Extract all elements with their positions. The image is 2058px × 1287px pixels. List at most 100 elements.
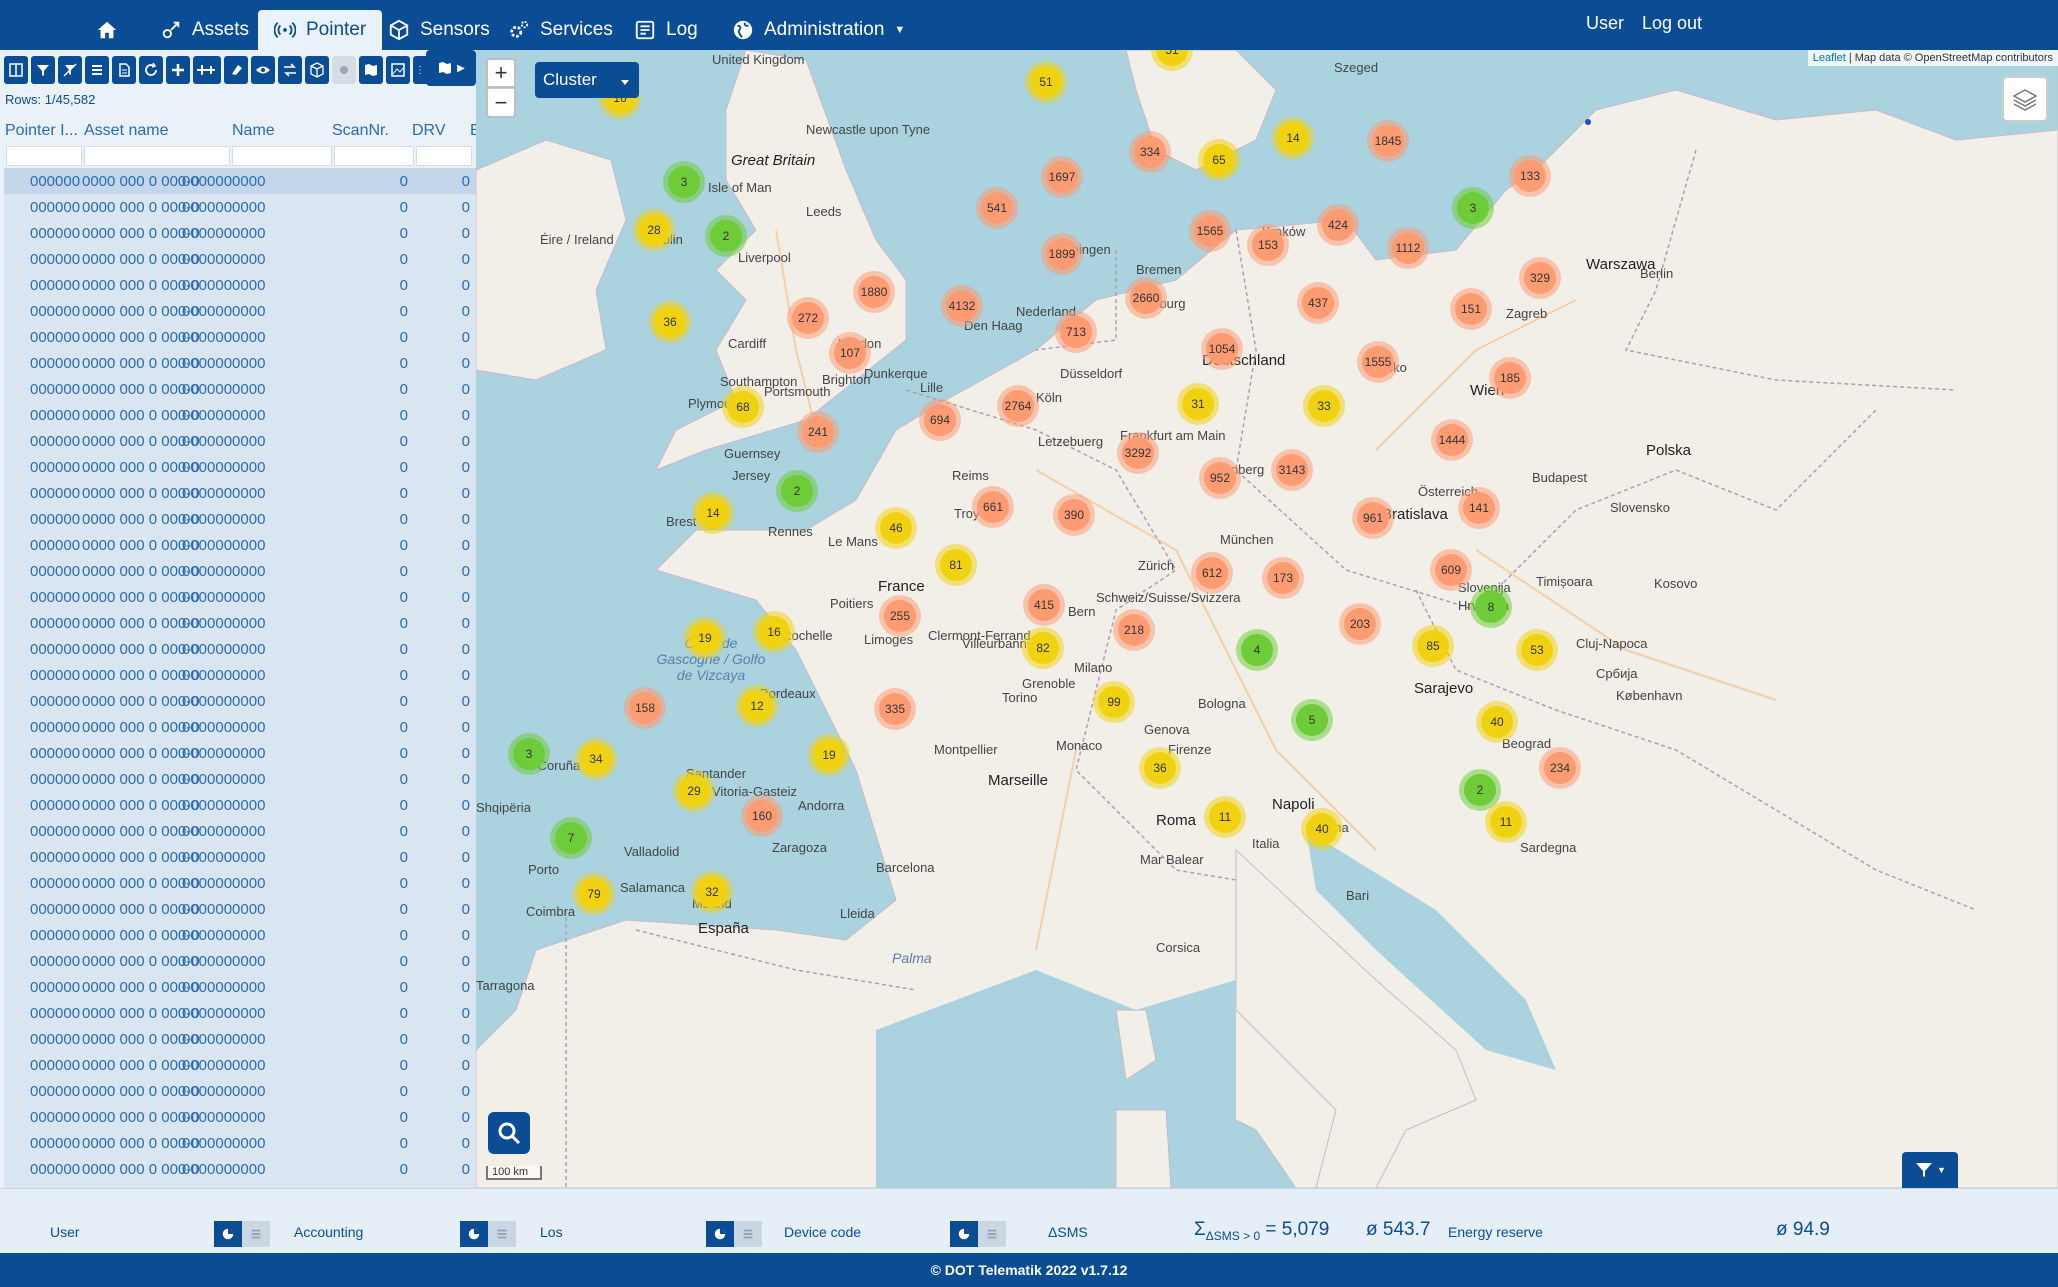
cluster-marker[interactable]: 1054	[1206, 333, 1238, 365]
filter-input-name[interactable]	[232, 146, 332, 166]
table-row[interactable]: 000000 0000 000 0 000-0 0000000000 0 0	[4, 272, 476, 298]
table-row[interactable]: 000000 0000 000 0 000-0 0000000000 0 0	[4, 168, 476, 194]
cluster-marker[interactable]: 1697	[1046, 161, 1078, 193]
list-icon[interactable]	[242, 1221, 270, 1247]
cluster-marker[interactable]: 3	[513, 738, 545, 770]
cluster-marker[interactable]: 19	[689, 622, 721, 654]
cluster-marker[interactable]: 612	[1196, 557, 1228, 589]
cluster-marker[interactable]: 1899	[1046, 238, 1078, 270]
overflow-button[interactable]: ⋮	[413, 56, 427, 84]
pie-chart-icon[interactable]	[214, 1221, 242, 1247]
cluster-marker[interactable]: 153	[1252, 229, 1284, 261]
table-row[interactable]: 000000 0000 000 0 000-0 0000000000 0 0	[4, 584, 476, 610]
table-row[interactable]: 000000 0000 000 0 000-0 0000000000 0 0	[4, 896, 476, 922]
filter-input-scan-nr[interactable]	[334, 146, 414, 166]
cluster-marker[interactable]: 2764	[1002, 390, 1034, 422]
cluster-marker[interactable]: 5	[1296, 704, 1328, 736]
table-row[interactable]: 000000 0000 000 0 000-0 0000000000 0 0	[4, 298, 476, 324]
cluster-marker[interactable]: 32	[696, 876, 728, 908]
list-button[interactable]	[85, 56, 109, 84]
add-button[interactable]	[166, 56, 190, 84]
cluster-marker[interactable]: 203	[1344, 608, 1376, 640]
table-row[interactable]: 000000 0000 000 0 000-0 0000000000 0 0	[4, 844, 476, 870]
table-row[interactable]: 000000 0000 000 0 000-0 0000000000 0 0	[4, 636, 476, 662]
cluster-marker[interactable]: 1880	[858, 276, 890, 308]
cluster-marker[interactable]: 8	[1475, 591, 1507, 623]
view-button[interactable]	[251, 56, 275, 84]
cluster-marker[interactable]: 36	[1144, 752, 1176, 784]
cluster-marker[interactable]: 2660	[1130, 282, 1162, 314]
layers-button[interactable]	[2002, 76, 2048, 122]
device-code-view-toggle[interactable]	[950, 1221, 1006, 1247]
table-row[interactable]: 000000 0000 000 0 000-0 0000000000 0 0	[4, 870, 476, 896]
cluster-marker[interactable]: 2	[781, 475, 813, 507]
cluster-marker[interactable]: 34	[580, 743, 612, 775]
pie-chart-icon[interactable]	[706, 1221, 734, 1247]
table-row[interactable]: 000000 0000 000 0 000-0 0000000000 0 0	[4, 480, 476, 506]
pie-chart-icon[interactable]	[950, 1221, 978, 1247]
cluster-marker[interactable]: 424	[1322, 209, 1354, 241]
cluster-marker[interactable]: 81	[940, 549, 972, 581]
cluster-marker[interactable]: 160	[746, 800, 778, 832]
table-row[interactable]: 000000 0000 000 0 000-0 0000000000 0 0	[4, 246, 476, 272]
cluster-marker[interactable]: 4132	[946, 290, 978, 322]
cluster-marker[interactable]: 609	[1435, 554, 1467, 586]
table-row[interactable]: 000000 0000 000 0 000-0 0000000000 0 0	[4, 1130, 476, 1156]
cluster-marker[interactable]: 29	[678, 775, 710, 807]
cluster-marker[interactable]: 19	[813, 739, 845, 771]
export-button[interactable]	[112, 56, 136, 84]
cluster-marker[interactable]: 14	[1277, 122, 1309, 154]
user-link[interactable]: User	[1586, 0, 1624, 46]
map-mode-button[interactable]: ▶	[426, 50, 476, 86]
cluster-marker[interactable]: 82	[1027, 632, 1059, 664]
cluster-marker[interactable]: 2	[1464, 774, 1496, 806]
cluster-marker[interactable]: 218	[1118, 614, 1150, 646]
cluster-marker[interactable]: 1555	[1362, 346, 1394, 378]
cluster-marker[interactable]: 33	[1308, 390, 1340, 422]
table-row[interactable]: 000000 0000 000 0 000-0 0000000000 0 0	[4, 532, 476, 558]
cluster-marker[interactable]: 3292	[1122, 437, 1154, 469]
table-row[interactable]: 000000 0000 000 0 000-0 0000000000 0 0	[4, 376, 476, 402]
table-row[interactable]: 000000 0000 000 0 000-0 0000000000 0 0	[4, 194, 476, 220]
cluster-marker[interactable]: 141	[1463, 492, 1495, 524]
cluster-marker[interactable]: 11	[1209, 801, 1241, 833]
cluster-marker[interactable]: 133	[1514, 160, 1546, 192]
cluster-marker[interactable]: 53	[1521, 634, 1553, 666]
cluster-dropdown[interactable]: Cluster	[535, 62, 639, 98]
cluster-marker[interactable]: 173	[1267, 562, 1299, 594]
table-row[interactable]: 000000 0000 000 0 000-0 0000000000 0 0	[4, 1104, 476, 1130]
cluster-marker[interactable]: 40	[1306, 813, 1338, 845]
nav-services[interactable]: Services	[508, 10, 613, 50]
list-icon[interactable]	[978, 1221, 1006, 1247]
cluster-marker[interactable]: 541	[981, 192, 1013, 224]
table-row[interactable]: 000000 0000 000 0 000-0 0000000000 0 0	[4, 818, 476, 844]
cluster-marker[interactable]: 1112	[1392, 232, 1424, 264]
cluster-marker[interactable]: 3143	[1276, 454, 1308, 486]
cluster-marker[interactable]: 241	[802, 416, 834, 448]
cluster-marker[interactable]: 158	[629, 692, 661, 724]
table-row[interactable]: 000000 0000 000 0 000-0 0000000000 0 0	[4, 740, 476, 766]
cluster-marker[interactable]: 694	[924, 404, 956, 436]
map-filter-button[interactable]: ▼	[1902, 1152, 1958, 1188]
cluster-marker[interactable]: 3	[1457, 192, 1489, 224]
cluster-marker[interactable]: 961	[1357, 502, 1389, 534]
table-row[interactable]: 000000 0000 000 0 000-0 0000000000 0 0	[4, 454, 476, 480]
filter-button[interactable]	[31, 56, 55, 84]
table-row[interactable]: 000000 0000 000 0 000-0 0000000000 0 0	[4, 220, 476, 246]
cluster-marker[interactable]: 14	[697, 497, 729, 529]
cluster-marker[interactable]: 79	[578, 878, 610, 910]
logout-link[interactable]: Log out	[1642, 0, 1702, 46]
column-header-drv[interactable]: DRV	[412, 122, 464, 140]
cluster-marker[interactable]: 390	[1058, 499, 1090, 531]
accounting-view-toggle[interactable]	[460, 1221, 516, 1247]
disabled-button[interactable]	[332, 56, 356, 84]
cluster-marker[interactable]: 661	[977, 491, 1009, 523]
table-row[interactable]: 000000 0000 000 0 000-0 0000000000 0 0	[4, 402, 476, 428]
cluster-marker[interactable]: 7	[555, 822, 587, 854]
cluster-marker[interactable]: 2	[710, 220, 742, 252]
cluster-marker[interactable]: 31	[1182, 388, 1214, 420]
cluster-marker[interactable]: 85	[1417, 630, 1449, 662]
home-nav-button[interactable]	[96, 10, 118, 50]
cluster-marker[interactable]: 12	[741, 690, 773, 722]
add-multiple-button[interactable]	[193, 56, 221, 84]
